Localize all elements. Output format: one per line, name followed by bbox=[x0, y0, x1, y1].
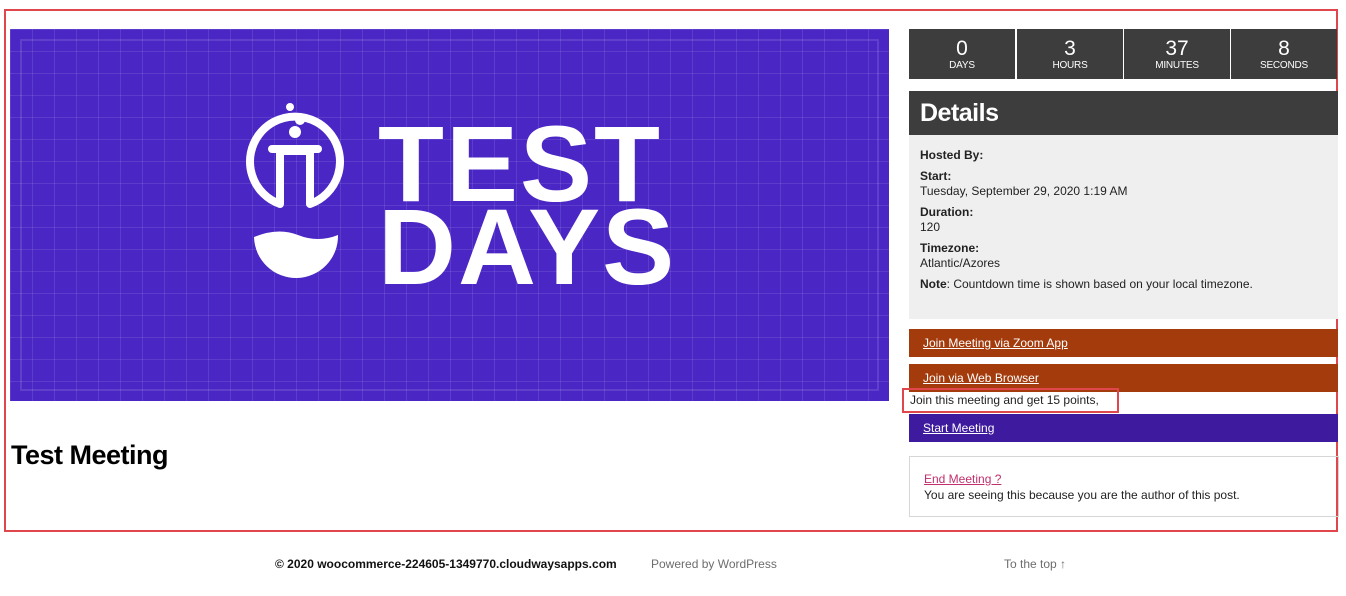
points-message: Join this meeting and get 15 points, bbox=[910, 393, 1099, 407]
note-label: Note bbox=[920, 277, 947, 291]
countdown-value: 3 bbox=[1064, 37, 1076, 60]
note-row: Note: Countdown time is shown based on y… bbox=[920, 277, 1338, 292]
duration-row: Duration: 120 bbox=[920, 205, 1338, 235]
countdown-hours: 3 HOURS bbox=[1017, 29, 1123, 79]
timezone-row: Timezone: Atlantic/Azores bbox=[920, 241, 1338, 271]
countdown-value: 37 bbox=[1165, 37, 1189, 60]
hosted-by-label: Hosted By: bbox=[920, 148, 984, 162]
note-text: : Countdown time is shown based on your … bbox=[946, 277, 1253, 291]
footer-copyright[interactable]: © 2020 woocommerce-224605-1349770.cloudw… bbox=[275, 557, 617, 571]
logo-line-2: DAYS bbox=[378, 186, 676, 307]
details-heading: Details bbox=[909, 91, 1338, 135]
author-note: You are seeing this because you are the … bbox=[924, 488, 1240, 502]
countdown-minutes: 37 MINUTES bbox=[1124, 29, 1230, 79]
end-meeting-box: End Meeting ? You are seeing this becaus… bbox=[909, 456, 1339, 517]
countdown-label: DAYS bbox=[949, 60, 975, 71]
featured-image-banner: TEST DAYS bbox=[10, 29, 889, 401]
duration-label: Duration: bbox=[920, 205, 974, 219]
duration-value: 120 bbox=[920, 220, 941, 234]
countdown-label: SECONDS bbox=[1259, 60, 1309, 71]
hosted-by-row: Hosted By: bbox=[920, 148, 1338, 163]
join-zoom-app-button[interactable]: Join Meeting via Zoom App bbox=[909, 329, 1338, 357]
start-label: Start: bbox=[920, 169, 952, 183]
start-row: Start: Tuesday, September 29, 2020 1:19 … bbox=[920, 169, 1338, 199]
to-the-top-link[interactable]: To the top ↑ bbox=[1004, 557, 1066, 571]
timezone-value: Atlantic/Azores bbox=[920, 256, 1001, 270]
flask-icon bbox=[246, 103, 344, 279]
footer-powered-by[interactable]: Powered by WordPress bbox=[651, 557, 777, 571]
end-meeting-link[interactable]: End Meeting ? bbox=[924, 472, 1001, 486]
countdown-seconds: 8 SECONDS bbox=[1231, 29, 1337, 79]
countdown-value: 0 bbox=[956, 37, 968, 60]
countdown-days: 0 DAYS bbox=[909, 29, 1015, 79]
countdown-label: MINUTES bbox=[1155, 60, 1199, 71]
timezone-label: Timezone: bbox=[920, 241, 980, 255]
start-meeting-button[interactable]: Start Meeting bbox=[909, 414, 1338, 442]
countdown-value: 8 bbox=[1278, 37, 1290, 60]
test-days-logo: TEST DAYS bbox=[246, 103, 676, 307]
countdown-label: HOURS bbox=[1052, 60, 1088, 71]
details-panel: Details Hosted By: Start: Tuesday, Septe… bbox=[909, 91, 1338, 319]
page-title: Test Meeting bbox=[11, 440, 169, 470]
countdown-timer: 0 DAYS 3 HOURS 37 MINUTES 8 SECONDS bbox=[909, 29, 1337, 79]
start-value: Tuesday, September 29, 2020 1:19 AM bbox=[920, 184, 1128, 198]
